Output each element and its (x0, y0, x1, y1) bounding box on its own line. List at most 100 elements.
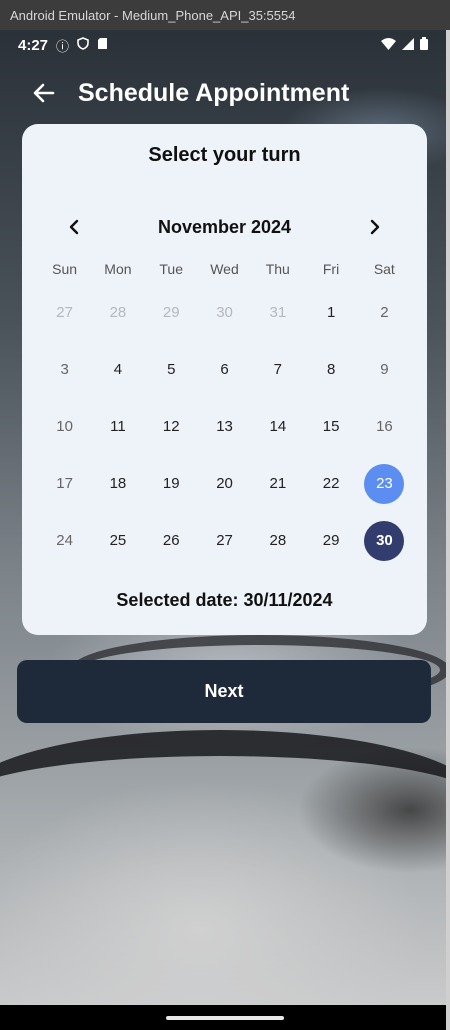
day-cell[interactable]: 1 (304, 284, 357, 341)
day-number: 12 (162, 418, 180, 435)
day-cell[interactable]: 24 (38, 512, 91, 569)
page-title: Schedule Appointment (78, 78, 350, 107)
weekday-label: Sun (52, 261, 78, 277)
emulator-title-bar: Android Emulator - Medium_Phone_API_35:5… (0, 0, 450, 30)
day-cell[interactable]: 29 (304, 512, 357, 569)
day-cell[interactable]: 7 (251, 341, 304, 398)
day-cell: 31 (251, 284, 304, 341)
day-number: 23 (364, 463, 405, 504)
weekday-label: Mon (104, 261, 132, 277)
day-cell: 28 (91, 284, 144, 341)
day-number: 24 (56, 532, 73, 549)
day-cell[interactable]: 3 (38, 341, 91, 398)
day-number: 31 (269, 304, 287, 321)
back-arrow-icon[interactable] (24, 73, 64, 113)
day-number: 4 (113, 361, 123, 378)
day-cell[interactable]: 11 (91, 398, 144, 455)
day-cell[interactable]: 21 (251, 455, 304, 512)
day-number: 17 (56, 475, 73, 492)
day-cell[interactable]: 28 (251, 512, 304, 569)
day-number: 28 (269, 532, 287, 549)
weekday-header: Sun Mon Tue Wed Thu Fri Sat (38, 261, 411, 277)
day-cell[interactable]: 12 (145, 398, 198, 455)
day-cell[interactable]: 6 (198, 341, 251, 398)
status-bar: 4:27 ⓘ (0, 30, 446, 60)
emulator-title: Android Emulator - Medium_Phone_API_35:5… (10, 7, 296, 23)
day-cell[interactable]: 9 (358, 341, 411, 398)
day-cell[interactable]: 5 (145, 341, 198, 398)
day-cell[interactable]: 15 (304, 398, 357, 455)
day-number: 11 (110, 418, 126, 435)
day-number: 29 (322, 532, 340, 549)
day-number: 22 (322, 475, 340, 492)
day-cell[interactable]: 20 (198, 455, 251, 512)
selected-date-text: Selected date: 30/11/2024 (116, 590, 333, 610)
shield-icon (77, 37, 89, 53)
day-number: 18 (109, 475, 127, 492)
next-button[interactable]: Next (17, 660, 431, 723)
day-cell[interactable]: 16 (358, 398, 411, 455)
day-cell[interactable]: 27 (198, 512, 251, 569)
day-number: 25 (109, 532, 127, 549)
day-number: 19 (162, 475, 180, 492)
day-cell[interactable]: 4 (91, 341, 144, 398)
day-number: 28 (109, 304, 127, 321)
day-number: 8 (326, 361, 336, 378)
chevron-right-icon[interactable] (360, 212, 390, 242)
window-edge (446, 30, 450, 1030)
status-indicators (381, 37, 428, 53)
day-cell[interactable]: 25 (91, 512, 144, 569)
day-number: 1 (326, 304, 336, 321)
day-cell[interactable]: 14 (251, 398, 304, 455)
day-cell-today[interactable]: 23 (358, 455, 411, 512)
day-cell-selected[interactable]: 30 (358, 512, 411, 569)
navigation-bar (0, 1005, 446, 1030)
day-number: 9 (380, 361, 389, 378)
day-cell[interactable]: 26 (145, 512, 198, 569)
day-number: 10 (56, 418, 73, 435)
day-cell[interactable]: 17 (38, 455, 91, 512)
calendar-grid: 27 28 29 30 31 1 2 3 4 5 6 7 8 9 10 11 12 13 14 15 16 17 18 19 2… (38, 284, 411, 569)
day-number: 21 (269, 475, 287, 492)
day-cell[interactable]: 18 (91, 455, 144, 512)
day-cell: 27 (38, 284, 91, 341)
day-cell[interactable]: 22 (304, 455, 357, 512)
month-navigation: November 2024 (22, 212, 427, 242)
calendar-card: Select your turn November 2024 Sun Mon Tue… (22, 124, 427, 635)
background-stethoscope-tube (0, 730, 446, 870)
day-cell[interactable]: 8 (304, 341, 357, 398)
wifi-icon (381, 37, 396, 53)
day-number: 27 (56, 304, 73, 321)
chevron-left-icon[interactable] (59, 212, 89, 242)
day-number: 2 (380, 304, 389, 321)
calendar-heading: Select your turn (148, 144, 301, 166)
day-number: 7 (273, 361, 282, 378)
emulator-screen: Android Emulator - Medium_Phone_API_35:5… (0, 0, 450, 1030)
day-cell[interactable]: 2 (358, 284, 411, 341)
day-number: 16 (376, 418, 393, 435)
day-number: 20 (216, 475, 233, 492)
day-number: 3 (60, 361, 69, 378)
day-number: 30 (216, 304, 233, 321)
sd-card-icon (97, 37, 108, 53)
day-cell[interactable]: 10 (38, 398, 91, 455)
weekday-label: Thu (265, 261, 290, 277)
weekday-label: Tue (159, 261, 183, 277)
status-time: 4:27 (18, 36, 49, 54)
day-number: 14 (269, 418, 287, 435)
day-number: 26 (162, 532, 180, 549)
day-number: 5 (167, 361, 176, 378)
day-cell: 30 (198, 284, 251, 341)
day-number: 13 (216, 418, 233, 435)
phone-screen: 4:27 ⓘ Schedule Appointment Select your … (0, 30, 446, 1005)
day-number: 15 (322, 418, 340, 435)
day-number: 30 (364, 520, 405, 561)
battery-icon (420, 37, 428, 53)
day-number: 6 (220, 361, 229, 378)
day-cell[interactable]: 19 (145, 455, 198, 512)
day-number: 29 (162, 304, 180, 321)
home-handle[interactable] (166, 1016, 284, 1020)
signal-icon (402, 37, 414, 53)
info-icon: ⓘ (56, 38, 70, 54)
day-cell[interactable]: 13 (198, 398, 251, 455)
